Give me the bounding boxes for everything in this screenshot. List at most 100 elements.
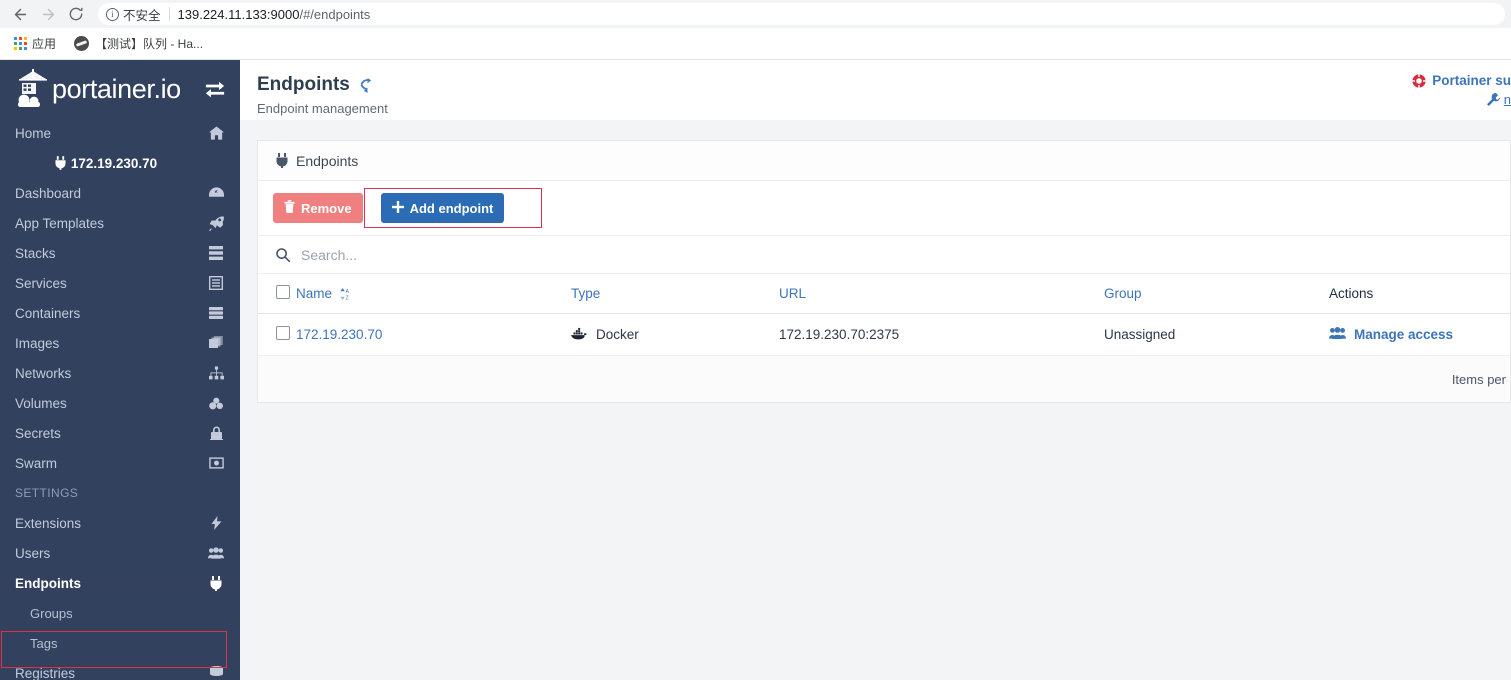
endpoint-type-label: Docker (596, 327, 639, 342)
column-header-type[interactable]: Type (571, 274, 779, 314)
sidebar-item-label: Registries (15, 665, 76, 680)
remove-button-label: Remove (301, 200, 352, 216)
sidebar-item-label: Stacks (15, 245, 56, 261)
sidebar-item-tags[interactable]: Tags (0, 628, 240, 658)
sidebar-item-registries[interactable]: Registries (0, 658, 240, 680)
table-body: 172.19.230.70 Docker 172.19.230.70:2375 … (258, 313, 1510, 356)
panel-header-label: Endpoints (296, 152, 359, 169)
back-arrow-icon[interactable] (6, 2, 34, 26)
sidebar-item-label: Extensions (15, 515, 82, 531)
bookmark-apps-label: 应用 (32, 37, 57, 51)
sidebar-item-users[interactable]: Users (0, 538, 240, 568)
column-header-label: Group (1104, 286, 1142, 301)
panel-header: Endpoints (258, 141, 1510, 181)
sidebar-item-label: Home (15, 125, 52, 141)
forward-arrow-icon[interactable] (34, 2, 62, 26)
portainer-support-link[interactable]: Portainer su (1412, 73, 1511, 88)
row-select-cell (258, 313, 296, 356)
search-row[interactable] (258, 235, 1510, 274)
home-icon (206, 126, 226, 140)
services-icon (206, 276, 226, 290)
page-title-row: Endpoints (257, 74, 1511, 96)
sidebar-item-label: Swarm (15, 455, 58, 471)
sidebar-item-extensions[interactable]: Extensions (0, 508, 240, 538)
sidebar-item-images[interactable]: Images (0, 328, 240, 358)
exchange-arrows-icon[interactable] (202, 76, 228, 102)
wrench-icon (1486, 93, 1500, 106)
table-head: Name AZ Type URL Group Actions (258, 274, 1510, 314)
address-bar[interactable]: i 不安全 139.224.11.133:9000/#/endpoints (98, 3, 1505, 25)
bookmark-queue[interactable]: 【测试】队列 - Ha... (68, 33, 209, 55)
sidebar-item-label: Groups (30, 605, 73, 621)
plus-icon (391, 200, 404, 216)
column-header-url[interactable]: URL (779, 274, 1104, 314)
manage-access-link[interactable]: Manage access (1354, 327, 1453, 342)
info-icon: i (106, 7, 119, 21)
security-label: 不安全 (123, 8, 161, 23)
rocket-icon (206, 215, 226, 231)
sidebar-item-endpoints[interactable]: Endpoints (0, 568, 240, 598)
add-endpoint-button[interactable]: Add endpoint (380, 193, 505, 223)
sidebar-active-endpoint-label: 172.19.230.70 (70, 155, 158, 171)
table-header-row: Name AZ Type URL Group Actions (258, 274, 1510, 314)
sidebar-logo-text: portainer.io (52, 73, 181, 104)
plug-icon (206, 575, 226, 591)
url-host: 139.224.11.133:9000 (177, 6, 300, 22)
sidebar-item-swarm[interactable]: Swarm (0, 448, 240, 478)
omnibox-divider (168, 7, 170, 21)
sidebar-logo[interactable]: portainer.io (0, 60, 240, 118)
bookmark-bar: 应用 【测试】队列 - Ha... (0, 28, 1511, 60)
sidebar-item-containers[interactable]: Containers (0, 298, 240, 328)
bookmark-queue-label: 【测试】队列 - Ha... (95, 37, 204, 51)
url-text: 139.224.11.133:9000/#/endpoints (178, 7, 371, 22)
sidebar-item-label: Images (15, 335, 60, 351)
content-wrap: Endpoints Remove Add endpoint Search... … (240, 120, 1511, 403)
search-input[interactable] (301, 246, 1492, 263)
select-all-header (258, 274, 296, 314)
sidebar-item-groups[interactable]: Groups (0, 598, 240, 628)
secrets-icon (206, 426, 226, 440)
column-header-label: Name (296, 286, 333, 301)
sidebar-item-volumes[interactable]: Volumes (0, 388, 240, 418)
sidebar-item-label: Secrets (15, 425, 61, 441)
dashboard-icon (206, 186, 226, 200)
registries-icon (206, 666, 226, 680)
remove-button[interactable]: Remove (273, 193, 363, 223)
select-all-checkbox[interactable] (276, 285, 290, 299)
sidebar-item-app-templates[interactable]: App Templates (0, 208, 240, 238)
sidebar-item-home[interactable]: Home (0, 118, 240, 148)
plug-icon (55, 156, 66, 170)
sidebar-item-dashboard[interactable]: Dashboard (0, 178, 240, 208)
column-header-group[interactable]: Group (1104, 274, 1329, 314)
main-content: Endpoints Endpoint management Portainer … (240, 60, 1511, 680)
sidebar-item-services[interactable]: Services (0, 268, 240, 298)
endpoint-name-link[interactable]: 172.19.230.70 (296, 327, 382, 342)
sidebar-item-label: Volumes (15, 395, 67, 411)
portainer-logo-icon (14, 67, 54, 111)
column-header-label: URL (779, 286, 807, 301)
column-header-name[interactable]: Name AZ (296, 274, 571, 314)
sidebar-item-networks[interactable]: Networks (0, 358, 240, 388)
reload-icon[interactable] (62, 2, 90, 26)
endpoints-table: Name AZ Type URL Group Actions 172.19.23… (258, 274, 1510, 356)
row-checkbox[interactable] (276, 326, 290, 340)
bookmark-apps[interactable]: 应用 (8, 33, 62, 55)
sort-icon[interactable]: AZ (340, 288, 350, 300)
search-icon (276, 247, 290, 262)
sidebar-item-stacks[interactable]: Stacks (0, 238, 240, 268)
swarm-icon (206, 456, 226, 470)
sidebar-item-label: Networks (15, 365, 72, 381)
header-settings-label: n (1503, 92, 1511, 107)
header-settings-link[interactable]: n (1412, 92, 1511, 107)
panel-footer: Items per (258, 356, 1510, 402)
plug-icon (276, 153, 288, 168)
sidebar-active-endpoint[interactable]: 172.19.230.70 (0, 148, 240, 178)
containers-icon (206, 306, 226, 320)
sidebar-item-secrets[interactable]: Secrets (0, 418, 240, 448)
refresh-icon[interactable] (359, 77, 376, 94)
apps-grid-icon (14, 37, 27, 50)
bolt-icon (206, 516, 226, 530)
images-icon (206, 336, 226, 350)
add-endpoint-label: Add endpoint (409, 200, 494, 216)
header-right: Portainer su n (1412, 73, 1511, 107)
